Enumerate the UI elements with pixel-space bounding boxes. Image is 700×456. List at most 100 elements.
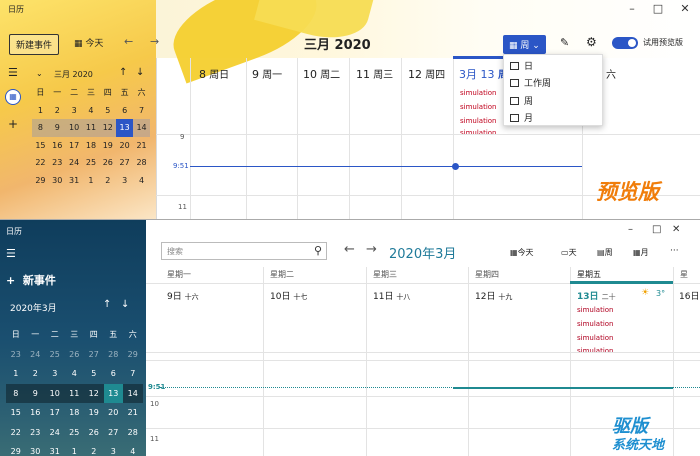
mini-cal-day[interactable]: 29 (123, 345, 143, 365)
mini-cal-up-icon[interactable]: ↑ (103, 299, 111, 310)
mini-cal-day[interactable]: 3 (104, 442, 124, 456)
mini-cal-day[interactable]: 4 (133, 172, 150, 190)
event-item[interactable]: simulation (460, 89, 497, 97)
mini-cal-day[interactable]: 16 (49, 137, 66, 155)
mini-cal-day[interactable]: 29 (32, 172, 49, 190)
mini-cal-day[interactable]: 6 (104, 364, 124, 384)
mini-cal-day[interactable]: 22 (32, 154, 49, 172)
today-button[interactable]: ▦ 今天 (74, 36, 103, 49)
dropdown-item-week[interactable]: 周 (510, 94, 533, 107)
mini-cal-down-icon[interactable]: ↓ (121, 299, 129, 310)
mini-cal-day[interactable]: 2 (49, 102, 66, 120)
mini-cal-day[interactable]: 1 (32, 102, 49, 120)
mini-cal-day[interactable]: 18 (83, 137, 100, 155)
mini-cal-day[interactable]: 30 (26, 442, 46, 456)
mini-cal-day[interactable]: 23 (49, 154, 66, 172)
mini-cal-day[interactable]: 18 (65, 403, 85, 423)
next-arrow-icon[interactable]: → (150, 35, 159, 48)
mini-cal-day[interactable]: 26 (65, 345, 85, 365)
add-icon[interactable]: + (8, 117, 18, 131)
mini-cal-day[interactable]: 3 (116, 172, 133, 190)
next-arrow-icon[interactable]: → (366, 242, 377, 257)
mini-cal-day[interactable]: 30 (49, 172, 66, 190)
mini-cal-day[interactable]: 23 (6, 345, 26, 365)
mini-cal-day[interactable]: 26 (99, 154, 116, 172)
mini-cal-day[interactable]: 25 (83, 154, 100, 172)
mini-cal-day[interactable]: 21 (123, 403, 143, 423)
event-item[interactable]: simulation (460, 129, 497, 134)
mini-cal-day[interactable]: 15 (6, 403, 26, 423)
mini-cal-day[interactable]: 10 (45, 383, 65, 403)
event-item[interactable]: simulation (577, 320, 614, 328)
event-item[interactable]: simulation (460, 103, 497, 111)
mini-cal-day[interactable]: 2 (84, 442, 104, 456)
mini-cal-day[interactable]: 15 (32, 137, 49, 155)
mini-cal-day[interactable]: 23 (26, 423, 46, 443)
mini-cal-day[interactable]: 7 (133, 102, 150, 120)
minimize-button[interactable]: – (628, 224, 633, 235)
mini-cal-day[interactable]: 24 (26, 345, 46, 365)
mini-cal-day[interactable]: 24 (45, 423, 65, 443)
mini-cal-day[interactable]: 19 (99, 137, 116, 155)
mini-cal-day[interactable]: 10 (65, 119, 83, 137)
mini-cal-day[interactable]: 1 (65, 442, 85, 456)
dropdown-item-workweek[interactable]: 工作周 (510, 76, 551, 89)
mini-cal-day[interactable]: 3 (66, 102, 83, 120)
mini-cal-day[interactable]: 31 (66, 172, 83, 190)
calendar-app-icon[interactable]: ▦ (5, 89, 21, 105)
mini-cal-day[interactable]: 24 (66, 154, 83, 172)
mini-cal-day[interactable]: 4 (65, 364, 85, 384)
maximize-button[interactable]: □ (652, 224, 661, 235)
mini-cal-day[interactable]: 31 (45, 442, 65, 456)
mini-cal-day[interactable]: 26 (84, 423, 104, 443)
mini-cal-day[interactable]: 8 (32, 119, 49, 137)
close-button[interactable]: ✕ (675, 2, 695, 15)
mini-cal-day[interactable]: 13 (116, 119, 134, 137)
mini-cal-day[interactable]: 17 (66, 137, 83, 155)
minimize-button[interactable]: – (622, 2, 642, 15)
more-button[interactable]: ··· (670, 246, 679, 256)
mini-cal-day[interactable]: 12 (99, 119, 117, 137)
view-selector[interactable]: ▦ 周 ⌄ (503, 35, 546, 54)
mini-cal-day[interactable]: 8 (6, 383, 26, 403)
dropdown-item-month[interactable]: 月 (510, 111, 533, 124)
prev-arrow-icon[interactable]: ← (344, 242, 355, 257)
mini-cal-day[interactable]: 17 (45, 403, 65, 423)
maximize-button[interactable]: □ (648, 2, 668, 15)
mini-cal-day[interactable]: 1 (83, 172, 100, 190)
day-view-button[interactable]: ▭天 (561, 247, 577, 258)
pen-icon[interactable]: ✎ (560, 36, 569, 49)
search-input[interactable]: 搜索 ⚲ (161, 242, 327, 260)
mini-cal-day[interactable]: 28 (123, 423, 143, 443)
mini-cal-day[interactable]: 5 (99, 102, 116, 120)
hamburger-icon[interactable]: ☰ (6, 247, 16, 260)
mini-cal-day[interactable]: 28 (104, 345, 124, 365)
mini-cal-day[interactable]: 20 (104, 403, 124, 423)
preview-toggle[interactable] (612, 37, 638, 49)
today-button[interactable]: ▦今天 (510, 247, 534, 258)
mini-cal-day[interactable]: 12 (84, 383, 104, 403)
mini-cal-day[interactable]: 4 (83, 102, 100, 120)
gear-icon[interactable]: ⚙ (586, 35, 597, 49)
mini-cal-day[interactable]: 2 (26, 364, 46, 384)
event-item[interactable]: simulation (577, 347, 614, 352)
mini-cal-up-icon[interactable]: ↑ (119, 67, 127, 78)
mini-cal-day[interactable]: 11 (64, 383, 84, 403)
mini-cal-day[interactable]: 27 (84, 345, 104, 365)
mini-cal-day[interactable]: 21 (133, 137, 150, 155)
event-item[interactable]: simulation (577, 306, 614, 314)
mini-cal-day[interactable]: 11 (82, 119, 100, 137)
close-button[interactable]: ✕ (672, 224, 680, 235)
mini-cal-day[interactable]: 14 (133, 119, 150, 137)
mini-cal-day[interactable]: 9 (25, 383, 45, 403)
dropdown-item-day[interactable]: 日 (510, 59, 533, 72)
mini-cal-day[interactable]: 13 (103, 383, 123, 403)
prev-arrow-icon[interactable]: ← (124, 35, 133, 48)
new-event-button[interactable]: 新建事件 (9, 34, 60, 55)
mini-cal-day[interactable]: 22 (6, 423, 26, 443)
mini-cal-day[interactable]: 27 (116, 154, 133, 172)
mini-cal-day[interactable]: 25 (45, 345, 65, 365)
mini-cal-day[interactable]: 14 (123, 383, 143, 403)
search-icon[interactable]: ⚲ (314, 244, 322, 257)
hamburger-icon[interactable]: ☰ (8, 66, 18, 79)
